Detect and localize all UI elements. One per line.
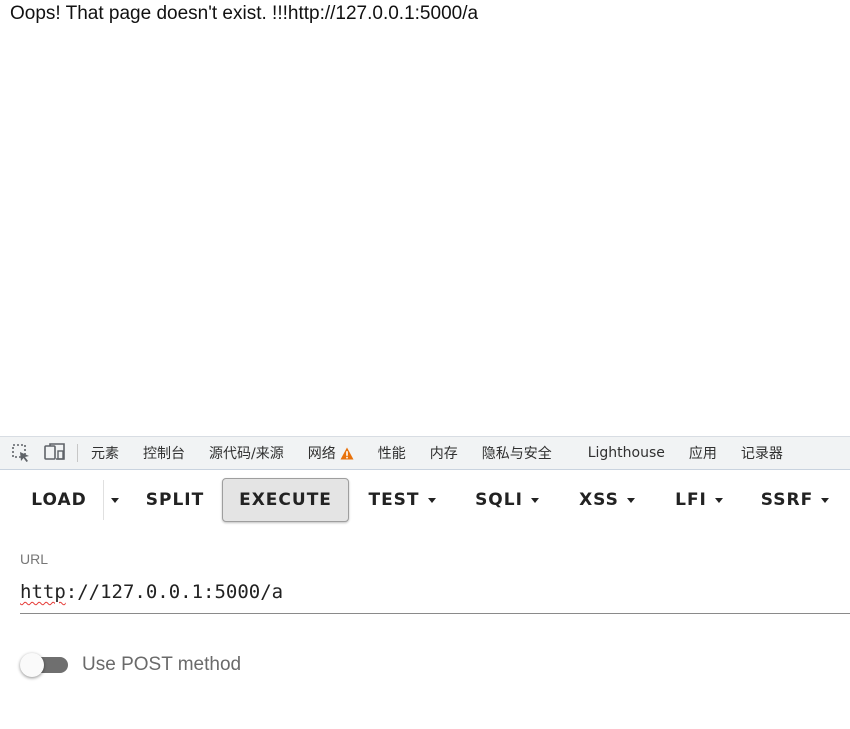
- sqli-dropdown-button[interactable]: SQLI: [463, 478, 551, 522]
- devtools-separator: [77, 444, 78, 462]
- url-rest: ://127.0.0.1:5000/a: [65, 581, 284, 603]
- chevron-down-icon: [714, 497, 723, 503]
- load-button[interactable]: LOAD: [20, 478, 98, 522]
- chevron-down-icon: [427, 497, 436, 503]
- split-button-label: SPLIT: [145, 490, 205, 510]
- hackbar-toolbar: LOAD SPLIT EXECUTE TEST SQLI XSS LFI SSR…: [0, 476, 850, 524]
- sqli-button-label: SQLI: [475, 490, 523, 510]
- tab-network-label: 网络: [307, 446, 336, 462]
- tab-application[interactable]: 应用: [689, 443, 717, 463]
- tab-recorder[interactable]: 记录器: [741, 443, 783, 463]
- lfi-button-label: LFI: [675, 490, 707, 510]
- devtools-tab-bar: 元素 控制台 源代码/来源 网络 性能 内存 隐私与安全 Lighthouse …: [0, 436, 850, 470]
- ssrf-button-label: SSRF: [760, 490, 814, 510]
- toggle-thumb: [20, 653, 44, 677]
- post-method-toggle[interactable]: [20, 653, 68, 677]
- warning-icon: [340, 447, 354, 460]
- xss-dropdown-button[interactable]: XSS: [566, 478, 648, 522]
- load-dropdown-button[interactable]: [104, 478, 126, 522]
- tab-sources[interactable]: 源代码/来源: [209, 443, 284, 463]
- url-label: URL: [20, 551, 49, 567]
- tab-console[interactable]: 控制台: [143, 443, 185, 463]
- device-toolbar-icon[interactable]: [44, 442, 66, 464]
- split-button[interactable]: SPLIT: [134, 478, 216, 522]
- tab-privacy-security[interactable]: 隐私与安全: [482, 443, 552, 463]
- chevron-down-icon: [111, 497, 119, 503]
- tab-performance[interactable]: 性能: [378, 443, 406, 463]
- post-method-label: Use POST method: [82, 654, 242, 675]
- execute-button-label: EXECUTE: [239, 490, 332, 510]
- test-dropdown-button[interactable]: TEST: [356, 478, 448, 522]
- tab-lighthouse[interactable]: Lighthouse: [588, 445, 665, 461]
- url-scheme: http: [20, 581, 66, 603]
- xss-button-label: XSS: [579, 490, 619, 510]
- page-message: Oops! That page doesn't exist. !!!http:/…: [10, 3, 479, 24]
- lfi-dropdown-button[interactable]: LFI: [662, 478, 736, 522]
- ssrf-dropdown-button[interactable]: SSRF: [750, 478, 840, 522]
- test-button-label: TEST: [368, 490, 420, 510]
- tab-memory[interactable]: 内存: [430, 443, 458, 463]
- execute-button[interactable]: EXECUTE: [222, 478, 349, 522]
- element-picker-icon[interactable]: [10, 442, 32, 464]
- chevron-down-icon: [821, 497, 830, 503]
- chevron-down-icon: [626, 497, 635, 503]
- load-button-label: LOAD: [31, 490, 87, 510]
- tab-elements[interactable]: 元素: [91, 443, 119, 463]
- url-value: http://127.0.0.1:5000/a: [20, 581, 283, 603]
- tab-network[interactable]: 网络: [308, 443, 354, 463]
- url-input[interactable]: http://127.0.0.1:5000/a: [20, 576, 850, 614]
- chevron-down-icon: [530, 497, 539, 503]
